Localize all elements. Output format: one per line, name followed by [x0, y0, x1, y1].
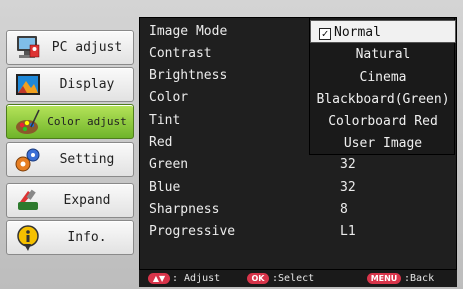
sidebar-item-setting[interactable]: Setting: [6, 142, 134, 177]
menu-row-label: Blue: [149, 180, 181, 195]
dropdown-option-selected[interactable]: ✓ Normal: [310, 20, 456, 43]
up-down-key-icon: ▲▼: [148, 273, 170, 284]
sidebar-item-label: Color adjust: [47, 115, 127, 128]
menu-row-value: 32: [340, 157, 356, 172]
select-hint: :Select: [272, 273, 315, 284]
adjust-hint: : Adjust: [172, 273, 221, 284]
dropdown-option-label: Normal: [334, 25, 381, 40]
sidebar-item-color-adjust[interactable]: Color adjust: [6, 104, 134, 139]
expand-icon: [13, 186, 43, 216]
menu-row-blue[interactable]: Blue 32: [140, 178, 458, 198]
dropdown-option[interactable]: Blackboard(Green): [310, 88, 456, 111]
menu-row-label: Red: [149, 135, 173, 150]
sidebar-item-display[interactable]: Display: [6, 67, 134, 102]
dropdown-option[interactable]: Natural: [310, 43, 456, 66]
dropdown-option[interactable]: User Image: [310, 132, 456, 155]
sidebar-item-label: Info.: [67, 230, 107, 245]
menu-row-label: Green: [149, 157, 189, 172]
menu-row-label: Contrast: [149, 46, 212, 61]
sidebar-item-label: Expand: [63, 193, 111, 208]
menu-row-green[interactable]: Green 32: [140, 155, 458, 175]
menu-row-label: Brightness: [149, 68, 228, 83]
color-adjust-icon: [13, 107, 43, 137]
info-icon: [13, 223, 43, 253]
menu-row-value: 8: [340, 202, 348, 217]
back-hint: :Back: [404, 273, 435, 284]
sidebar-item-label: Display: [59, 77, 115, 92]
menu-row-progressive[interactable]: Progressive L1: [140, 222, 458, 242]
menu-row-label: Progressive: [149, 224, 236, 239]
sidebar-item-label: Setting: [59, 152, 115, 167]
display-icon: [13, 70, 43, 100]
setting-icon: [13, 145, 43, 175]
sidebar-item-expand[interactable]: Expand: [6, 183, 134, 218]
dropdown-option[interactable]: Cinema: [310, 66, 456, 89]
ok-key-icon: OK: [247, 273, 269, 284]
pc-adjust-icon: [13, 33, 43, 63]
menu-row-value: 32: [340, 180, 356, 195]
projector-osd-menu: PC adjust Display Color adjust Setting E…: [0, 0, 463, 289]
image-mode-dropdown[interactable]: ✓ Normal Natural Cinema Blackboard(Green)…: [309, 17, 456, 155]
menu-row-label: Tint: [149, 113, 181, 128]
sidebar-item-info[interactable]: Info.: [6, 220, 134, 255]
menu-row-label: Color: [149, 90, 189, 105]
sidebar-item-label: PC adjust: [51, 40, 123, 55]
menu-row-label: Sharpness: [149, 202, 220, 217]
menu-row-value: L1: [340, 224, 356, 239]
sidebar-item-pc-adjust[interactable]: PC adjust: [6, 30, 134, 65]
key-hint-bar: ▲▼ : Adjust OK :Select MENU :Back: [139, 270, 457, 287]
menu-row-label: Image Mode: [149, 24, 228, 39]
menu-key-icon: MENU: [367, 273, 401, 284]
dropdown-option[interactable]: Colorboard Red: [310, 110, 456, 133]
checkmark-icon: ✓: [319, 28, 331, 40]
menu-row-sharpness[interactable]: Sharpness 8: [140, 200, 458, 220]
